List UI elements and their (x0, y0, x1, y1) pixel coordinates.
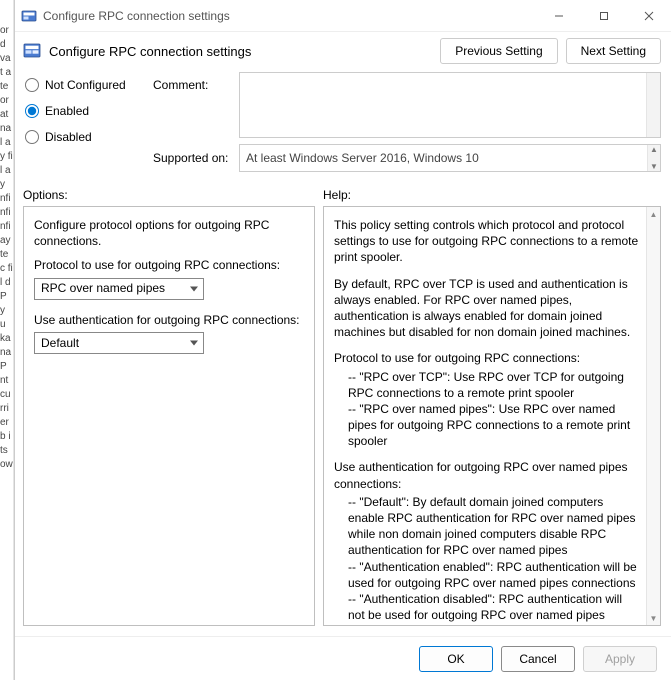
comment-textarea[interactable] (239, 72, 661, 138)
state-and-meta: Not Configured Enabled Disabled Comment:… (15, 68, 671, 186)
apply-button[interactable]: Apply (583, 646, 657, 672)
dialog-footer: OK Cancel Apply (15, 636, 671, 680)
radio-label: Disabled (45, 130, 92, 144)
help-text: Use authentication for outgoing RPC over… (334, 459, 640, 491)
help-text: -- "Default": By default domain joined c… (348, 494, 640, 559)
section-labels: Options: Help: (15, 186, 671, 206)
help-text: This policy setting controls which proto… (334, 217, 640, 266)
options-heading: Options: (23, 188, 323, 202)
help-text: -- "RPC over TCP": Use RPC over TCP for … (348, 369, 640, 401)
help-text: -- "Authentication disabled": RPC authen… (348, 591, 640, 625)
supported-on-value: At least Windows Server 2016, Windows 10… (239, 144, 661, 172)
policy-dialog: Configure RPC connection settings Config… (14, 0, 671, 680)
next-setting-button[interactable]: Next Setting (566, 38, 661, 64)
background-window-sliver: ord vat ate or at nal ay fil ay nfi nfi … (0, 0, 14, 680)
protocol-dropdown-value: RPC over named pipes (41, 280, 165, 296)
protocol-label: Protocol to use for outgoing RPC connect… (34, 257, 304, 273)
header-title: Configure RPC connection settings (49, 44, 251, 59)
minimize-button[interactable] (536, 0, 581, 32)
radio-disabled[interactable]: Disabled (23, 124, 153, 150)
options-pane: Configure protocol options for outgoing … (23, 206, 315, 626)
title-bar: Configure RPC connection settings (15, 0, 671, 32)
cancel-button[interactable]: Cancel (501, 646, 575, 672)
scroll-up-icon[interactable]: ▲ (647, 207, 660, 221)
ok-button[interactable]: OK (419, 646, 493, 672)
maximize-button[interactable] (581, 0, 626, 32)
radio-label: Enabled (45, 104, 89, 118)
help-heading: Help: (323, 188, 351, 202)
radio-not-configured[interactable]: Not Configured (23, 72, 153, 98)
radio-label: Not Configured (45, 78, 126, 92)
auth-label: Use authentication for outgoing RPC conn… (34, 312, 304, 328)
supported-scrollbar[interactable]: ▲▼ (647, 145, 660, 171)
help-scrollbar[interactable]: ▲ ▼ (646, 207, 660, 625)
policy-icon (23, 42, 41, 60)
help-text: -- "Authentication enabled": RPC authent… (348, 559, 640, 591)
auth-dropdown[interactable]: Default (34, 332, 204, 354)
help-pane: This policy setting controls which proto… (323, 206, 661, 626)
protocol-dropdown[interactable]: RPC over named pipes (34, 278, 204, 300)
help-text: -- "RPC over named pipes": Use RPC over … (348, 401, 640, 450)
close-button[interactable] (626, 0, 671, 32)
options-intro: Configure protocol options for outgoing … (34, 217, 304, 249)
previous-setting-button[interactable]: Previous Setting (440, 38, 557, 64)
state-radios: Not Configured Enabled Disabled (23, 72, 153, 178)
help-text: By default, RPC over TCP is used and aut… (334, 276, 640, 341)
window-title: Configure RPC connection settings (43, 9, 230, 23)
app-icon (21, 8, 37, 24)
supported-on-label: Supported on: (153, 151, 239, 165)
help-text: Protocol to use for outgoing RPC connect… (334, 350, 640, 366)
auth-dropdown-value: Default (41, 335, 79, 351)
radio-enabled[interactable]: Enabled (23, 98, 153, 124)
scroll-down-icon[interactable]: ▼ (647, 611, 660, 625)
header-row: Configure RPC connection settings Previo… (15, 32, 671, 68)
comment-label: Comment: (153, 72, 239, 92)
body-panes: Configure protocol options for outgoing … (15, 206, 671, 636)
